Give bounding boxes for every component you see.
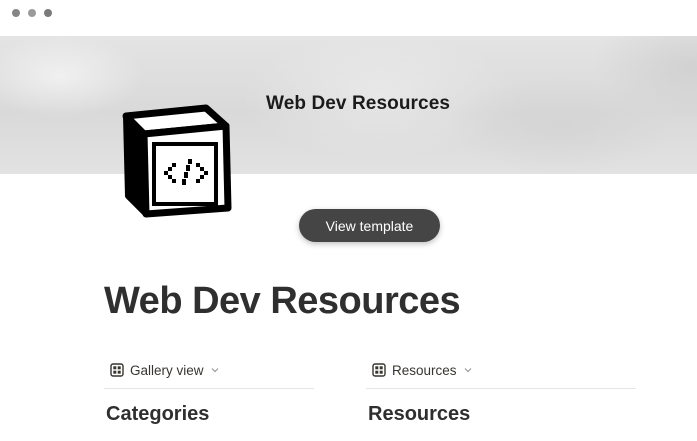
maximize-window-button[interactable]	[44, 9, 52, 17]
resources-view-label: Resources	[392, 362, 457, 378]
table-grid-icon	[372, 363, 386, 377]
categories-heading: Categories	[106, 403, 210, 425]
cover-title: Web Dev Resources	[266, 93, 451, 114]
close-window-button[interactable]	[12, 9, 20, 17]
minimize-window-button[interactable]	[28, 9, 36, 17]
page-title: Web Dev Resources	[104, 280, 461, 322]
gallery-view-tab[interactable]: Gallery view	[110, 359, 220, 381]
view-divider	[104, 388, 314, 389]
cover-image: Web Dev Resources	[0, 36, 697, 174]
resources-heading: Resources	[368, 403, 471, 425]
code-cube-icon[interactable]	[118, 104, 234, 220]
chevron-down-icon	[464, 368, 471, 373]
chevron-down-icon	[211, 368, 218, 373]
gallery-grid-icon	[110, 363, 124, 377]
view-divider	[366, 388, 636, 389]
window-titlebar	[0, 0, 697, 36]
gallery-view-label: Gallery view	[130, 362, 204, 378]
resources-view-tab[interactable]: Resources	[372, 359, 473, 381]
view-template-button[interactable]: View template	[299, 209, 440, 242]
